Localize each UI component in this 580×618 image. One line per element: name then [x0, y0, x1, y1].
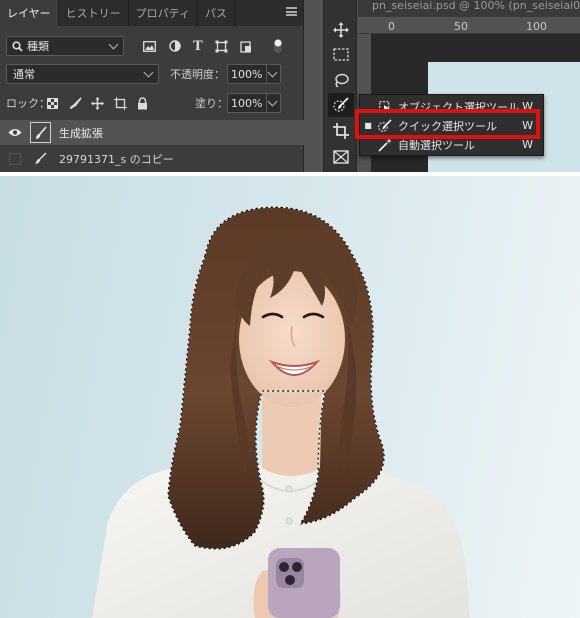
tab-history[interactable]: ヒストリー [59, 0, 129, 26]
layer-row-generative-expand[interactable]: 生成拡張 [0, 120, 304, 145]
shortcut-key: W [522, 100, 533, 113]
layer-name: 生成拡張 [59, 126, 103, 140]
fill-input[interactable]: 100% [227, 93, 281, 113]
crop-tool-icon[interactable] [328, 119, 354, 143]
photoshop-screenshot: レイヤー ヒストリー プロパティ パス 種類 T 通常 不透明度： 100% ロ… [0, 0, 580, 172]
menu-item-label: 自動選択ツール [398, 138, 475, 152]
menu-item-object-selection-tool[interactable]: オブジェクト選択ツール W [360, 97, 543, 116]
lock-position-icon[interactable] [91, 96, 104, 110]
menu-item-magic-wand-tool[interactable]: 自動選択ツール W [360, 135, 543, 154]
filter-label: 種類 [27, 40, 49, 53]
ruler-label-100: 100 [526, 20, 547, 33]
brush-icon [30, 152, 51, 165]
lock-all-icon[interactable] [137, 96, 148, 110]
tab-paths[interactable]: パス [198, 0, 236, 26]
menu-item-quick-selection-tool[interactable]: ■ クイック選択ツール W [360, 116, 543, 135]
panel-menu-icon[interactable] [286, 7, 297, 16]
portrait-illustration [92, 206, 470, 618]
magic-wand-tool-icon [376, 137, 394, 152]
opacity-value: 100% [231, 67, 263, 81]
layer-name: 29791371_s のコピー [59, 152, 174, 166]
adjustment-filter-icon[interactable] [169, 40, 181, 52]
woman-portrait-photo [0, 176, 580, 618]
visibility-eye-icon[interactable] [0, 128, 30, 137]
layer-row-copy[interactable]: 29791371_s のコピー [0, 146, 304, 171]
ruler-label-50: 50 [454, 20, 468, 33]
tab-layers[interactable]: レイヤー [0, 0, 59, 26]
lasso-tool-icon[interactable] [328, 68, 354, 92]
horizontal-ruler: 0 50 100 [358, 17, 580, 34]
shortcut-key: W [522, 138, 533, 151]
move-tool-icon[interactable] [328, 18, 354, 42]
chevron-down-icon [267, 96, 278, 107]
ruler-label-0: 0 [388, 20, 395, 33]
lock-transparent-pixels-icon[interactable] [47, 97, 58, 109]
document-tab[interactable]: pn_seiseiai.psd @ 100% (pn_seiseiai03, [358, 0, 580, 17]
marquee-tool-icon[interactable] [328, 42, 354, 66]
filter-toggle-icon[interactable] [273, 38, 283, 54]
lock-label: ロック： [6, 97, 50, 110]
object-selection-tool-icon [376, 100, 394, 113]
opacity-input[interactable]: 100% [227, 64, 281, 84]
layers-panel: レイヤー ヒストリー プロパティ パス 種類 T 通常 不透明度： 100% ロ… [0, 0, 304, 172]
chevron-down-icon [267, 67, 278, 78]
shape-filter-icon[interactable] [215, 40, 228, 53]
pixel-filter-icon[interactable] [143, 40, 156, 52]
fill-label: 塗り： [195, 97, 228, 110]
smart-object-filter-icon[interactable] [240, 40, 252, 53]
tab-properties[interactable]: プロパティ [129, 0, 199, 26]
lock-artboard-icon[interactable] [114, 96, 127, 110]
fill-value: 100% [231, 96, 263, 110]
search-icon [12, 40, 23, 52]
active-tool-marker-icon: ■ [364, 121, 372, 130]
chevron-down-icon [108, 39, 119, 50]
menu-item-label: クイック選択ツール [398, 119, 497, 133]
selection-tools-flyout: オブジェクト選択ツール W ■ クイック選択ツール W 自動選択ツール W [359, 94, 544, 156]
blend-mode-select[interactable]: 通常 [6, 64, 159, 84]
panel-tabs: レイヤー ヒストリー プロパティ パス [0, 0, 303, 26]
type-filter-icon[interactable]: T [193, 39, 203, 54]
quick-selection-tool-icon[interactable] [328, 93, 354, 117]
frame-tool-icon[interactable] [328, 145, 354, 169]
layer-thumbnail [30, 122, 51, 143]
tools-bar [323, 0, 357, 172]
quick-selection-tool-icon [376, 118, 394, 133]
layer-filter-select[interactable]: 種類 [6, 36, 124, 56]
opacity-label: 不透明度： [170, 68, 225, 81]
blend-mode-value: 通常 [13, 68, 35, 81]
visibility-toggle-empty[interactable] [0, 152, 30, 165]
shortcut-key: W [522, 119, 533, 132]
menu-item-label: オブジェクト選択ツール [398, 100, 519, 114]
chevron-down-icon [143, 67, 154, 78]
lock-image-pixels-icon[interactable] [69, 96, 82, 110]
